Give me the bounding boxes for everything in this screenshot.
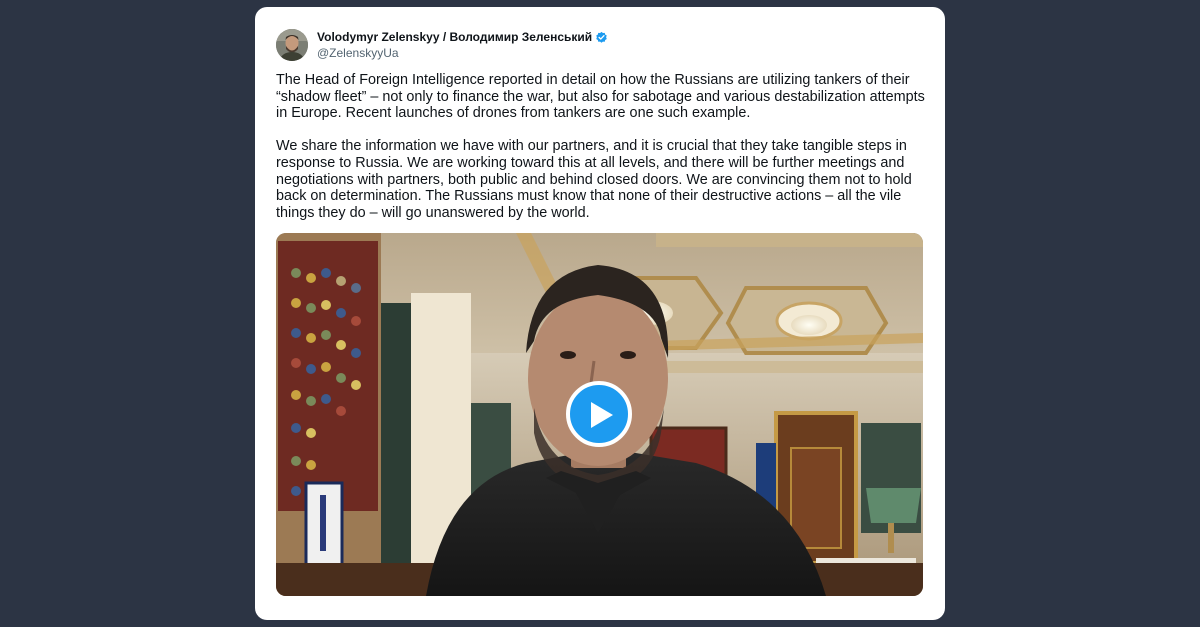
author-name[interactable]: Volodymyr Zelenskyy / Володимир Зеленськ… xyxy=(317,30,592,45)
verified-badge-icon xyxy=(595,31,608,44)
avatar[interactable] xyxy=(276,29,308,61)
play-button[interactable] xyxy=(566,381,632,447)
post-paragraph: We share the information we have with ou… xyxy=(276,138,912,221)
play-icon xyxy=(591,402,613,428)
author-block: Volodymyr Zelenskyy / Володимир Зеленськ… xyxy=(317,30,608,61)
author-name-row: Volodymyr Zelenskyy / Володимир Зеленськ… xyxy=(317,30,608,45)
post-header: Volodymyr Zelenskyy / Володимир Зеленськ… xyxy=(276,28,608,62)
author-handle[interactable]: @ZelenskyyUa xyxy=(317,46,608,61)
post-card: Volodymyr Zelenskyy / Володимир Зеленськ… xyxy=(255,7,945,620)
video-player[interactable] xyxy=(276,233,923,596)
post-text: The Head of Foreign Intelligence reporte… xyxy=(276,72,926,221)
post-paragraph: The Head of Foreign Intelligence reporte… xyxy=(276,72,925,122)
